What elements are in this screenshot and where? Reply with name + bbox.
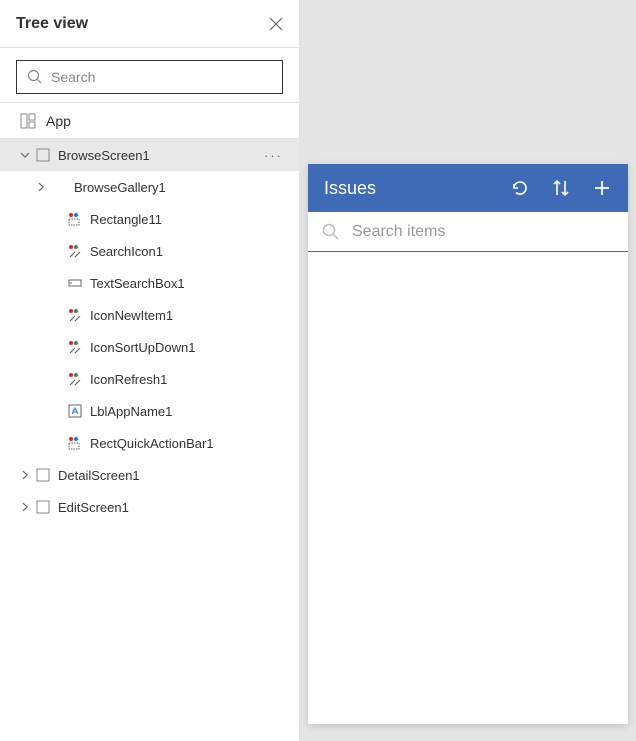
control-node-refresh[interactable]: IconRefresh1	[0, 363, 299, 395]
screen-icon	[36, 500, 50, 514]
label-icon	[68, 404, 82, 418]
control-node-gallery[interactable]: BrowseGallery1	[0, 171, 299, 203]
control-node-newitem[interactable]: IconNewItem1	[0, 299, 299, 331]
node-label: DetailScreen1	[58, 468, 140, 483]
search-icon	[27, 69, 43, 85]
node-label: RectQuickActionBar1	[90, 436, 214, 451]
search-input[interactable]	[51, 69, 272, 85]
app-label: App	[46, 113, 71, 129]
screen-icon	[36, 468, 50, 482]
group-icon	[68, 436, 82, 450]
node-label: LblAppName1	[90, 404, 172, 419]
node-label: Rectangle11	[90, 212, 162, 227]
chevron-right-icon	[20, 502, 30, 512]
app-node[interactable]: App	[0, 103, 299, 139]
gallery-icon	[52, 180, 66, 194]
control-node-sort[interactable]: IconSortUpDown1	[0, 331, 299, 363]
refresh-icon[interactable]	[510, 178, 530, 198]
screen-node-edit[interactable]: EditScreen1	[0, 491, 299, 523]
screen-icon	[36, 148, 50, 162]
group-icon	[68, 244, 82, 258]
group-icon	[68, 372, 82, 386]
node-label: SearchIcon1	[90, 244, 163, 259]
node-label: IconSortUpDown1	[90, 340, 196, 355]
app-title: Issues	[324, 178, 510, 199]
tree-container: BrowseScreen1 ··· BrowseGallery1 Rectang…	[0, 139, 299, 741]
control-node-label[interactable]: LblAppName1	[0, 395, 299, 427]
group-icon	[68, 340, 82, 354]
search-bar[interactable]	[308, 212, 628, 252]
control-node-rectangle[interactable]: Rectangle11	[0, 203, 299, 235]
chevron-right-icon	[20, 470, 30, 480]
group-icon	[68, 212, 82, 226]
chevron-right-icon	[36, 182, 46, 192]
app-icon	[20, 113, 36, 129]
node-label: IconRefresh1	[90, 372, 167, 387]
node-label: BrowseScreen1	[58, 148, 150, 163]
more-icon[interactable]: ···	[264, 148, 283, 163]
action-bar	[510, 178, 612, 198]
plus-icon[interactable]	[592, 178, 612, 198]
control-node-rectqa[interactable]: RectQuickActionBar1	[0, 427, 299, 459]
group-icon	[68, 308, 82, 322]
app-header: Issues	[308, 164, 628, 212]
design-canvas: Issues	[300, 0, 636, 741]
node-label: BrowseGallery1	[74, 180, 166, 195]
search-items-input[interactable]	[352, 223, 614, 241]
gallery-area	[308, 252, 628, 724]
screen-node-browse[interactable]: BrowseScreen1 ···	[0, 139, 299, 171]
search-icon	[322, 223, 340, 241]
panel-header: Tree view	[0, 0, 299, 48]
control-node-textbox[interactable]: TextSearchBox1	[0, 267, 299, 299]
phone-preview: Issues	[308, 164, 628, 724]
textbox-icon	[68, 276, 82, 290]
panel-title: Tree view	[16, 15, 88, 33]
chevron-down-icon	[20, 150, 30, 160]
control-node-searchicon[interactable]: SearchIcon1	[0, 235, 299, 267]
search-box[interactable]	[16, 60, 283, 94]
tree-view-panel: Tree view App BrowseScreen1 ··· BrowseGa…	[0, 0, 300, 741]
screen-node-detail[interactable]: DetailScreen1	[0, 459, 299, 491]
node-label: IconNewItem1	[90, 308, 173, 323]
sort-icon[interactable]	[552, 178, 570, 198]
close-icon[interactable]	[269, 17, 283, 31]
search-container	[0, 48, 299, 103]
node-label: TextSearchBox1	[90, 276, 185, 291]
node-label: EditScreen1	[58, 500, 129, 515]
